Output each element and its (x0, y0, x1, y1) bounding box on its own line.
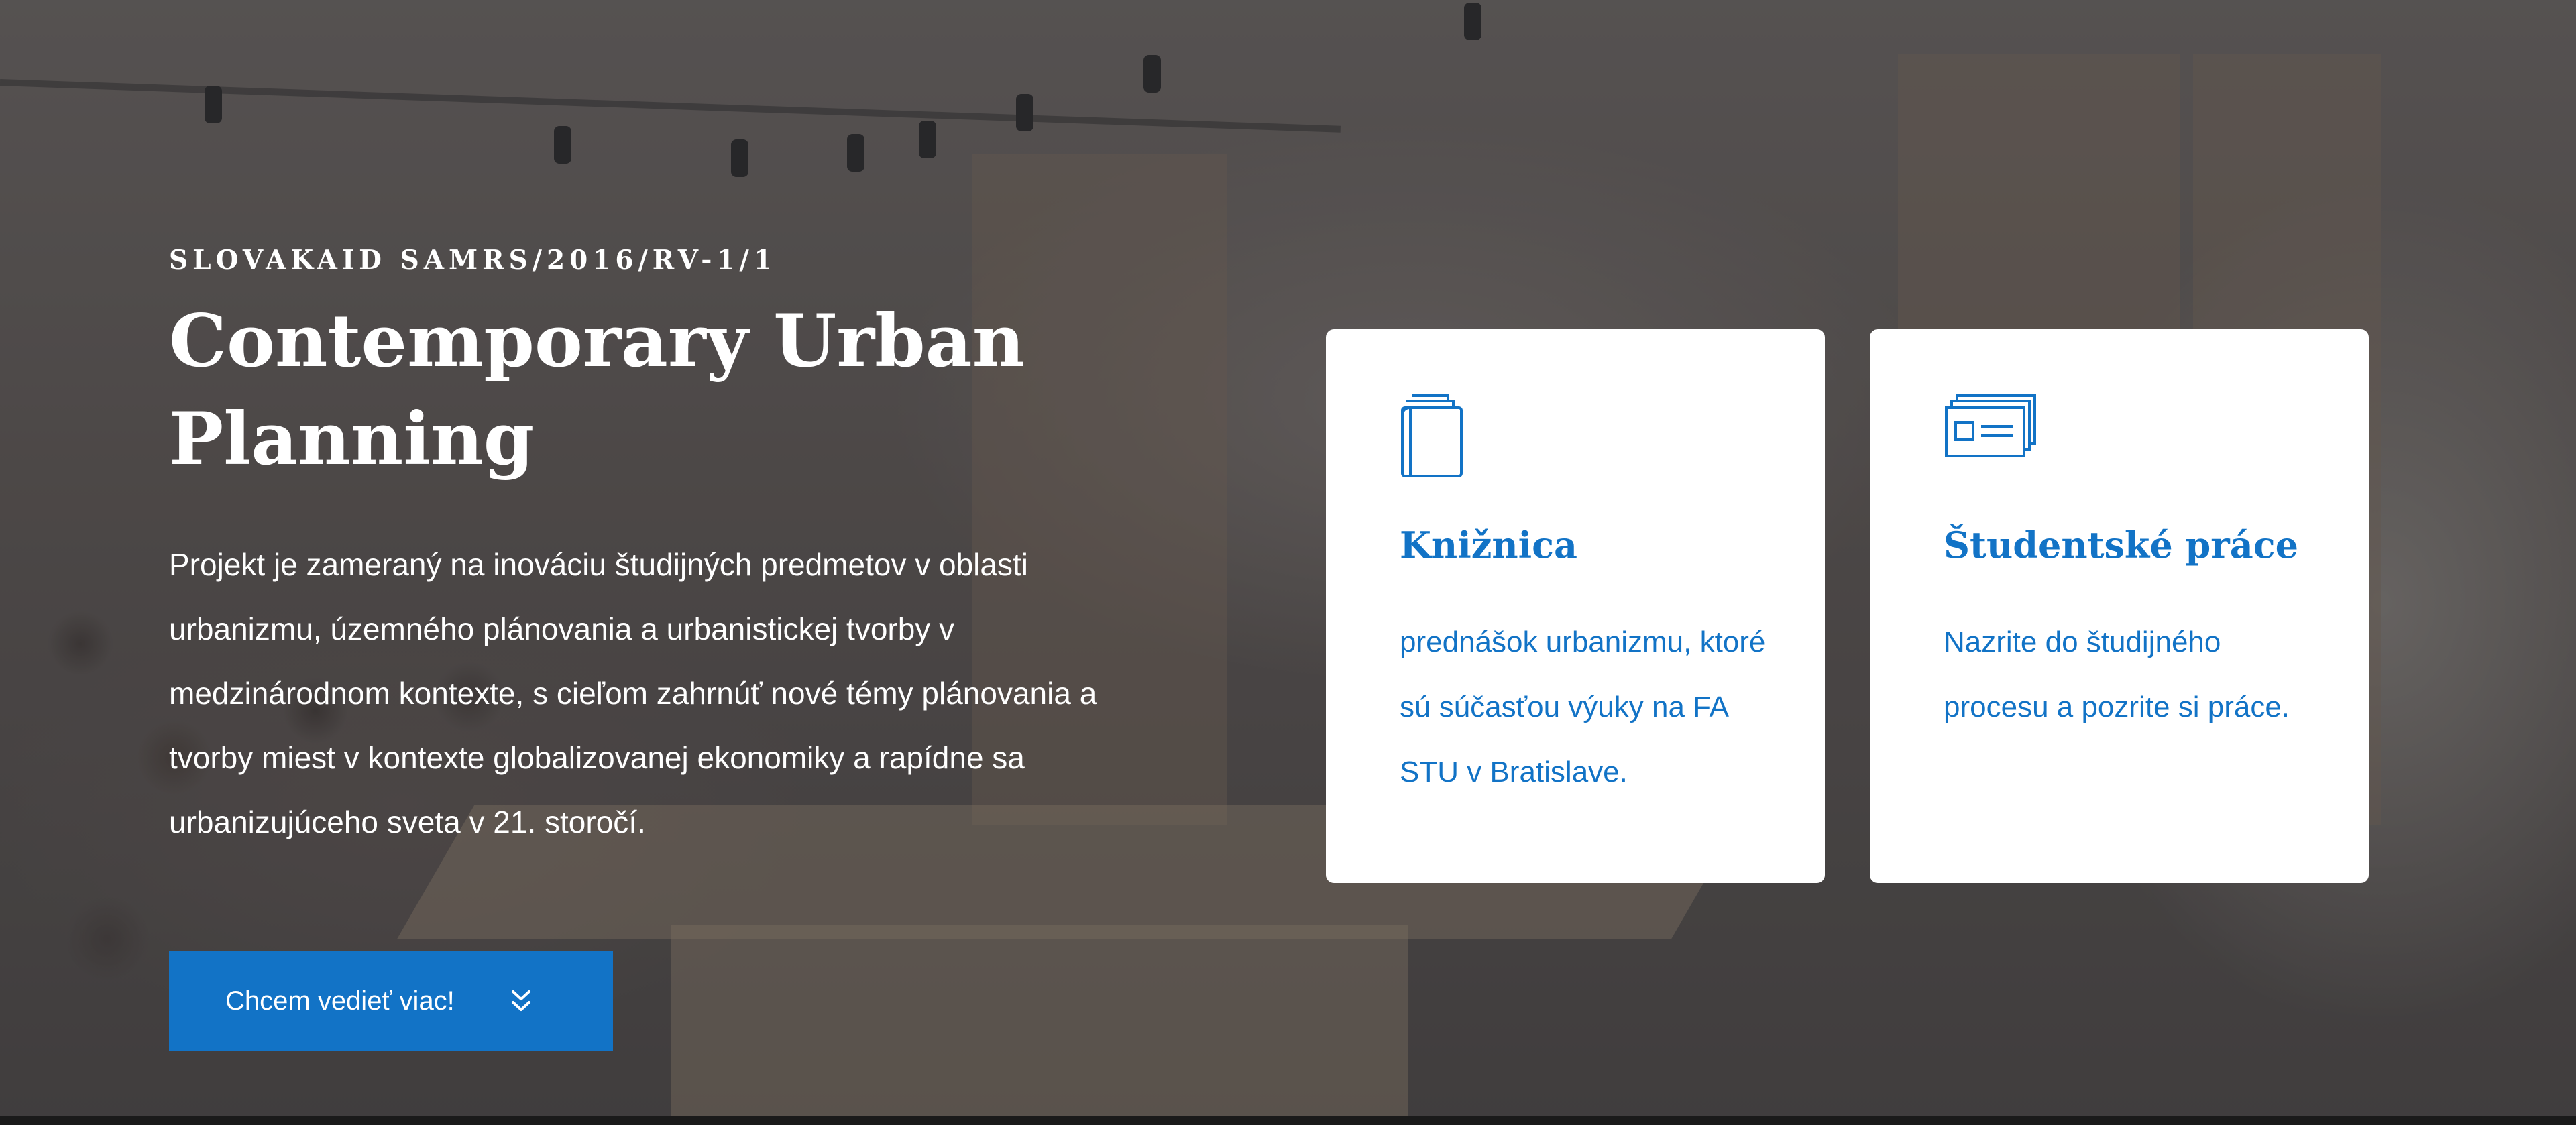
library-card[interactable]: Knižnica prednášok urbanizmu, ktoré sú s… (1326, 329, 1825, 883)
book-stack-icon (1400, 393, 1467, 482)
library-card-title: Knižnica (1400, 524, 1578, 567)
project-code: SLOVAKAID SAMRS/2016/RV-1/1 (169, 245, 777, 276)
page-title: Contemporary Urban Planning (169, 299, 1025, 481)
project-description: Projekt je zameraný na inováciu študijný… (169, 547, 1097, 839)
double-chevron-down-icon (510, 988, 533, 1014)
student-works-card[interactable]: Študentské práce Nazrite do študijného p… (1870, 329, 2369, 883)
student-works-card-text: Nazrite do študijného procesu a pozrite … (1944, 626, 2290, 723)
page-bottom-edge (0, 1116, 2576, 1125)
learn-more-button-label: Chcem vedieť viac! (225, 986, 455, 1016)
id-cards-icon (1944, 393, 2037, 463)
library-card-text: prednášok urbanizmu, ktoré sú súčasťou v… (1400, 626, 1766, 788)
hero-content: SLOVAKAID SAMRS/2016/RV-1/1 Contemporary… (169, 243, 1121, 854)
hero-section: SLOVAKAID SAMRS/2016/RV-1/1 Contemporary… (0, 0, 2576, 1116)
student-works-card-title: Študentské práce (1944, 524, 2298, 567)
learn-more-button[interactable]: Chcem vedieť viac! (169, 951, 613, 1051)
